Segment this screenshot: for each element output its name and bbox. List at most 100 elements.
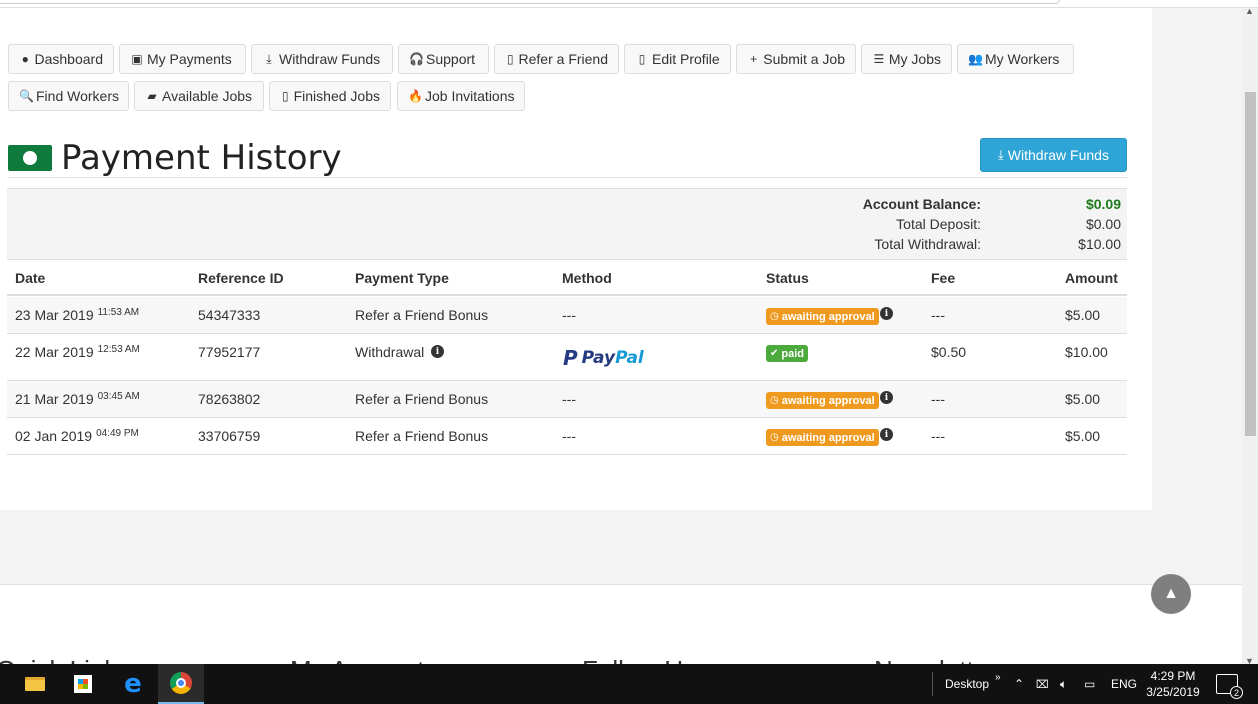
language-indicator[interactable]: ENG: [1111, 664, 1137, 704]
content-card: ● Dashboard ▣ My Payments ⤓ Withdraw Funds 🎧 Su…: [0, 8, 1152, 510]
info-icon[interactable]: i: [880, 307, 893, 320]
nav-submit-a-job-button[interactable]: + Submit a Job: [736, 44, 856, 74]
info-icon[interactable]: i: [880, 391, 893, 404]
fee-cell: ---: [931, 391, 945, 407]
footer-heading: My Account: [290, 655, 424, 664]
nav-my-workers-button[interactable]: 👥 My Workers: [957, 44, 1074, 74]
info-icon[interactable]: i: [431, 345, 444, 358]
chrome-icon[interactable]: [158, 664, 204, 704]
page-scrollbar[interactable]: ▲ ▼: [1242, 6, 1258, 666]
clock[interactable]: 4:29 PM 3/25/2019: [1140, 668, 1206, 700]
status-text: awaiting approval: [781, 310, 875, 323]
nav-button-label: Finished Jobs: [293, 88, 380, 104]
clock-icon: ◷: [770, 311, 779, 322]
time-text: 03:45 AM: [97, 391, 140, 402]
download-icon: ⤓: [266, 51, 272, 66]
paypal-logo: P Pay Pal: [563, 346, 644, 370]
nav-my-payments-button[interactable]: ▣ My Payments: [119, 44, 246, 74]
amount-cell: $10.00: [1065, 344, 1108, 360]
windows-taskbar: e Desktop » ⌃ ⌧ 🔈︎ ▭ ENG 4:29 PM 3/25/201…: [0, 664, 1258, 704]
nav-button-label: Find Workers: [36, 88, 119, 104]
date-text: 02 Jan 2019: [15, 428, 93, 444]
withdraw-funds-button[interactable]: ⤓ Withdraw Funds: [980, 138, 1127, 172]
status-badge: ◷ awaiting approval: [766, 308, 879, 325]
nav-button-label: My Jobs: [888, 51, 941, 67]
col-reference-id[interactable]: Reference ID: [198, 270, 284, 286]
nav-finished-jobs-button[interactable]: ▯ Finished Jobs: [269, 81, 391, 111]
list-icon: ☰: [873, 52, 885, 66]
nav-button-label: Dashboard: [34, 51, 104, 67]
reference-id-cell: 33706759: [198, 428, 261, 444]
nav-job-invitations-button[interactable]: 🔥 Job Invitations: [397, 81, 525, 111]
reference-id-cell: 78263802: [198, 391, 261, 407]
nav-my-jobs-button[interactable]: ☰ My Jobs: [861, 44, 952, 74]
col-method[interactable]: Method: [562, 270, 612, 286]
address-bar-edge: [0, 0, 1060, 4]
users-icon: 👥: [968, 52, 983, 66]
action-center-icon[interactable]: 2: [1216, 674, 1243, 699]
desktop-toolbar[interactable]: Desktop »: [945, 664, 1001, 704]
clock-icon: ◷: [770, 432, 779, 443]
nav-dashboard-button[interactable]: ● Dashboard: [8, 44, 114, 74]
volume-icon[interactable]: 🔈︎: [1060, 664, 1067, 704]
network-icon[interactable]: ⌧: [1036, 664, 1049, 704]
fire-icon: 🔥: [408, 89, 423, 103]
nav-button-label: Job Invitations: [425, 88, 515, 104]
browser-top-edge: [0, 0, 1258, 8]
footer-heading: Quick Links: [0, 655, 130, 664]
withdraw-funds-label: Withdraw Funds: [1007, 147, 1109, 163]
payment-type-cell: Withdrawal: [355, 344, 425, 360]
title-divider: [8, 177, 1128, 178]
nav-button-label: Available Jobs: [162, 88, 253, 104]
withdrawal-label: Total Withdrawal:: [874, 236, 981, 252]
withdrawal-value: $10.00: [1078, 236, 1121, 252]
table-row: 23 Mar 2019 11:53 AM 54347333 Refer a Frien…: [7, 297, 1127, 334]
footer-heading: Follow Us: [582, 655, 696, 664]
nav-button-label: Refer a Friend: [518, 51, 608, 67]
method-cell: ---: [562, 428, 576, 444]
date-cell: 21 Mar 2019 03:45 AM: [15, 391, 140, 407]
col-amount[interactable]: Amount: [1065, 270, 1118, 286]
info-icon[interactable]: i: [880, 428, 893, 441]
col-status[interactable]: Status: [766, 270, 809, 286]
col-date[interactable]: Date: [15, 270, 45, 286]
date-text: 23 Mar 2019: [15, 307, 94, 323]
scroll-to-top-button[interactable]: ▲: [1151, 574, 1191, 614]
download-icon: ⤓: [998, 147, 1004, 162]
col-payment-type[interactable]: Payment Type: [355, 270, 449, 286]
show-hidden-icons-icon[interactable]: ⌃: [1014, 664, 1024, 704]
search-icon: 🔍: [19, 89, 34, 103]
nav-edit-profile-button[interactable]: ▯ Edit Profile: [624, 44, 731, 74]
scrollbar-thumb[interactable]: [1245, 92, 1256, 436]
nav-find-workers-button[interactable]: 🔍 Find Workers: [8, 81, 129, 111]
col-fee[interactable]: Fee: [931, 270, 955, 286]
status-badge: ◷ awaiting approval: [766, 392, 879, 409]
reference-id-cell: 77952177: [198, 344, 261, 360]
page-header: Payment History: [8, 138, 342, 178]
status-text: awaiting approval: [781, 394, 875, 407]
status-badge: ◷ awaiting approval: [766, 429, 879, 446]
time-text: 04:49 PM: [96, 428, 139, 439]
account-summary: Account Balance: $0.09 Total Deposit: $0…: [7, 188, 1127, 260]
clock-time: 4:29 PM: [1150, 669, 1196, 683]
store-icon[interactable]: [60, 664, 106, 704]
file-explorer-icon[interactable]: [12, 664, 58, 704]
nav-refer-a-friend-button[interactable]: ▯ Refer a Friend: [494, 44, 619, 74]
nav-withdraw-funds-button[interactable]: ⤓ Withdraw Funds: [251, 44, 393, 74]
page-title: Payment History: [61, 138, 342, 178]
deposit-label: Total Deposit:: [896, 216, 981, 232]
chevron-right-icon: »: [995, 671, 1001, 683]
nav-available-jobs-button[interactable]: ▰ Available Jobs: [134, 81, 264, 111]
edge-icon[interactable]: e: [110, 664, 156, 704]
reference-id-cell: 54347333: [198, 307, 261, 323]
display-icon[interactable]: ▭: [1084, 664, 1095, 704]
nav-button-label: Withdraw Funds: [279, 51, 381, 67]
nav-button-label: Support: [426, 51, 476, 67]
date-cell: 22 Mar 2019 12:53 AM: [15, 344, 140, 360]
missing-glyph-icon: ▯: [282, 89, 289, 103]
scroll-up-arrow-icon[interactable]: ▲: [1245, 6, 1254, 16]
time-text: 12:53 AM: [97, 344, 140, 355]
desktop-label: Desktop: [945, 677, 990, 691]
nav-support-button[interactable]: 🎧 Support: [398, 44, 489, 74]
amount-cell: $5.00: [1065, 428, 1101, 444]
